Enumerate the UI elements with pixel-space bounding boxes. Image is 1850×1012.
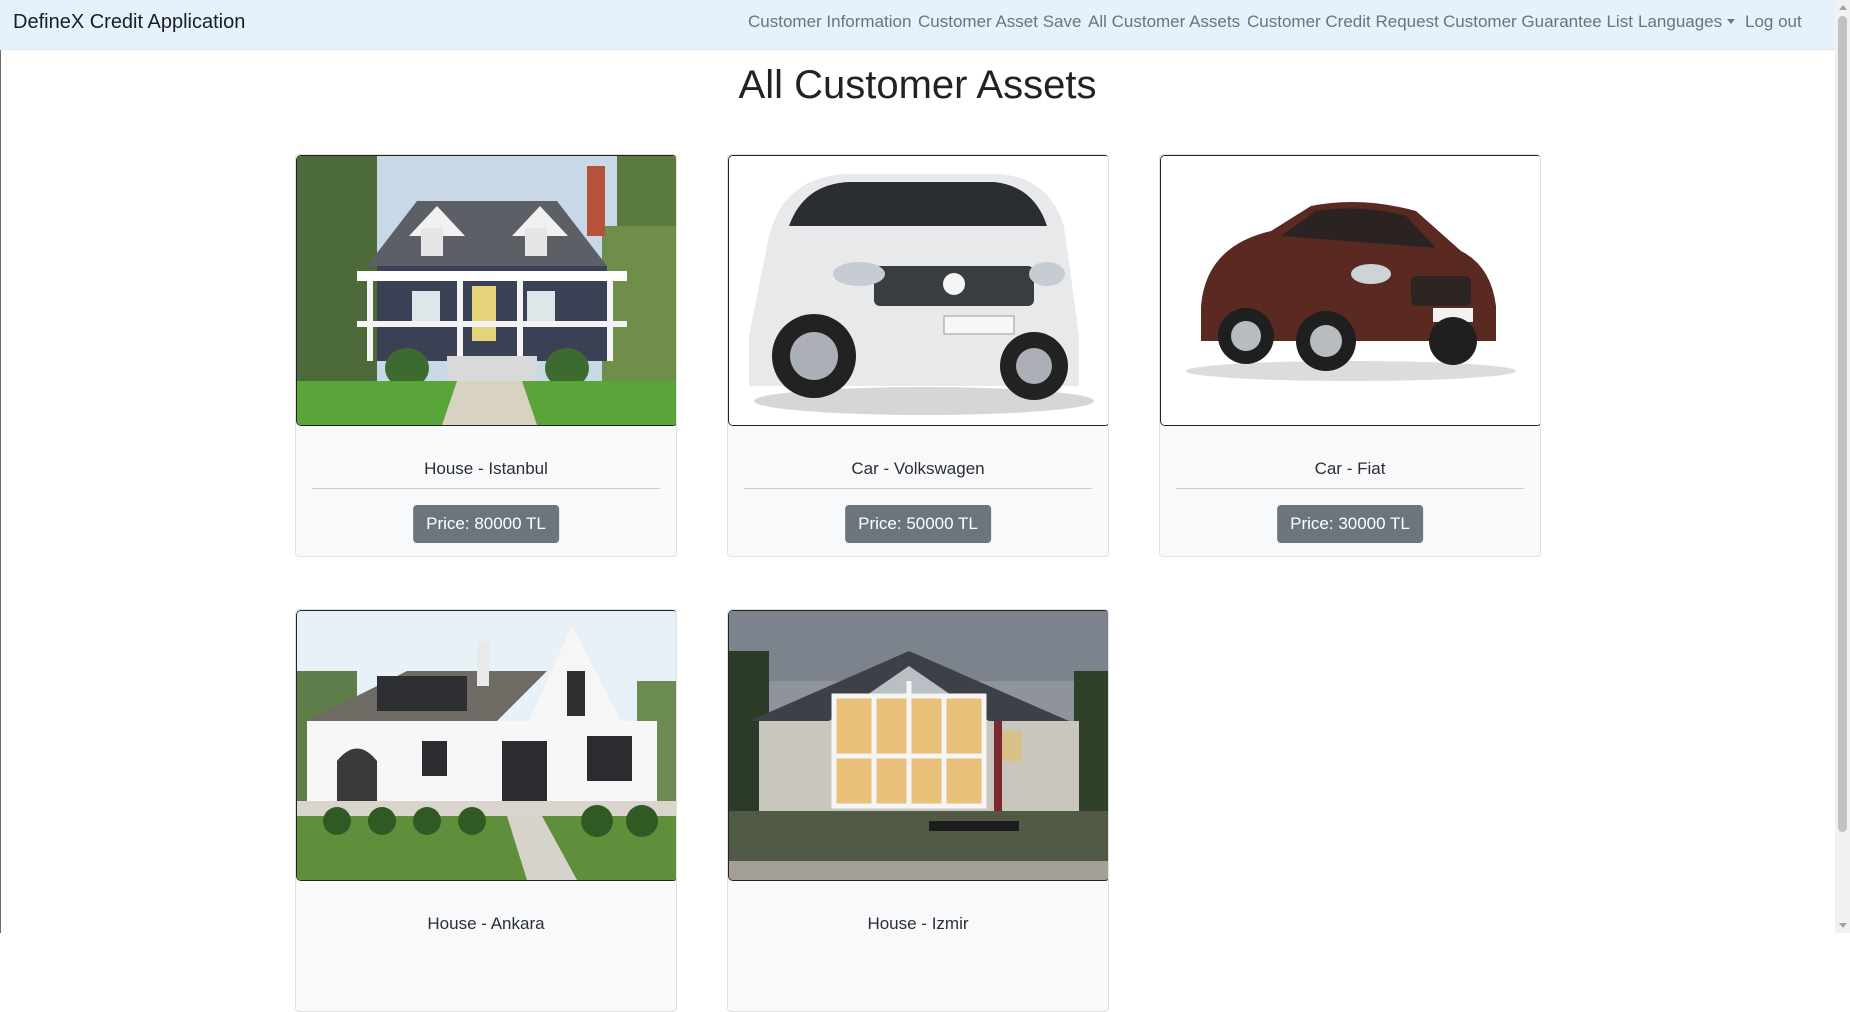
nav-customer-information[interactable]: Customer Information [748,12,911,32]
nav-languages-label: Languages [1638,12,1723,31]
scroll-down-arrow-icon[interactable] [1839,923,1847,928]
vertical-scrollbar[interactable] [1835,0,1850,933]
asset-image [728,610,1108,881]
asset-image [1160,155,1540,426]
card-divider [744,488,1092,489]
nav-log-out[interactable]: Log out [1745,12,1802,32]
asset-card: Car - Fiat Price: 30000 TL [1159,154,1541,557]
asset-name: Car - Fiat [1314,459,1386,478]
caret-down-icon [1727,19,1736,24]
asset-image [296,155,676,426]
asset-name: House - Ankara [427,914,545,933]
nav-customer-credit-request[interactable]: Customer Credit Request [1247,12,1439,32]
asset-image [296,610,676,881]
window-edge [0,0,1,933]
scrollbar-thumb[interactable] [1838,16,1847,832]
asset-name: Car - Volkswagen [851,459,985,478]
price-button[interactable]: Price: 80000 TL [413,505,559,543]
asset-card: House - Istanbul Price: 80000 TL [295,154,677,557]
nav-customer-guarantee-list[interactable]: Customer Guarantee List [1443,12,1633,32]
price-button[interactable]: Price: 50000 TL [845,505,991,543]
top-navbar: DefineX Credit Application Customer Info… [0,0,1835,50]
brand-link[interactable]: DefineX Credit Application [13,11,245,34]
asset-name: House - Istanbul [424,459,548,478]
scroll-up-arrow-icon[interactable] [1839,5,1847,10]
asset-card: Car - Volkswagen Price: 50000 TL [727,154,1109,557]
asset-card: House - Izmir [727,609,1109,1012]
card-divider [312,488,660,489]
asset-image [728,155,1108,426]
nav-all-customer-assets[interactable]: All Customer Assets [1088,12,1240,32]
card-divider [1176,488,1524,489]
page-title: All Customer Assets [738,63,1097,107]
nav-languages-dropdown[interactable]: Languages [1638,12,1736,32]
nav-customer-asset-save[interactable]: Customer Asset Save [918,12,1081,32]
price-button[interactable]: Price: 30000 TL [1277,505,1423,543]
asset-name: House - Izmir [867,914,969,933]
asset-card: House - Ankara [295,609,677,1012]
